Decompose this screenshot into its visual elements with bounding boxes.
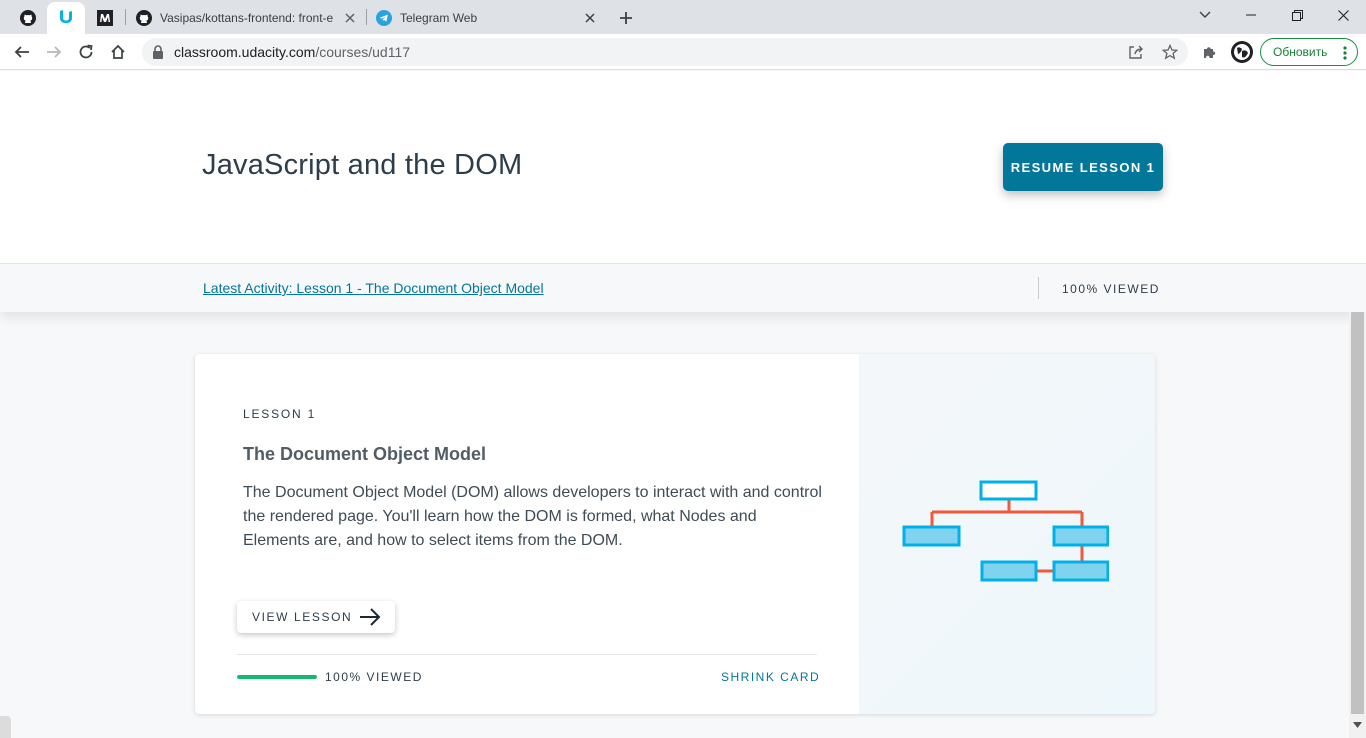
puzzle-icon: [1204, 47, 1216, 58]
divider: [237, 654, 817, 655]
arrow-left-icon: [14, 46, 29, 58]
bookmark-star-icon[interactable]: [1160, 42, 1180, 62]
tab-github-repo[interactable]: Vasipas/kottans-frontend: front-e: [126, 2, 366, 34]
course-viewed-status: 100% VIEWED: [1062, 282, 1160, 296]
course-title: JavaScript and the DOM: [202, 149, 523, 181]
close-window-button[interactable]: [1320, 0, 1366, 30]
telegram-icon: [376, 10, 392, 26]
home-button[interactable]: [104, 38, 132, 66]
view-lesson-button[interactable]: VIEW LESSON: [237, 601, 395, 633]
medium-icon: [97, 10, 113, 26]
divider: [1038, 277, 1039, 299]
browser-tab-strip: Vasipas/kottans-frontend: front-e Telegr…: [0, 0, 1366, 34]
resume-lesson-button[interactable]: RESUME LESSON 1: [1003, 143, 1163, 191]
github-icon: [136, 10, 152, 26]
more-vert-icon: [1343, 46, 1347, 60]
latest-activity-link[interactable]: Latest Activity: Lesson 1 - The Document…: [203, 280, 544, 296]
restore-icon: [1291, 9, 1303, 21]
lesson-title: The Document Object Model: [243, 444, 487, 464]
url-path: /courses/ud117: [315, 44, 411, 60]
reload-button[interactable]: [72, 38, 100, 66]
back-button[interactable]: [8, 38, 36, 66]
url-host: classroom.udacity.com: [174, 44, 316, 60]
update-label: Обновить: [1273, 45, 1328, 59]
udacity-icon: [60, 10, 72, 23]
dom-node-boxes: [902, 480, 1109, 582]
view-lesson-label: VIEW LESSON: [252, 610, 353, 624]
lesson-progress-fill: [237, 675, 317, 679]
reload-icon: [79, 44, 93, 59]
lesson-viewed-status: 100% VIEWED: [325, 670, 423, 684]
home-icon: [111, 44, 125, 59]
plus-icon: [620, 12, 632, 24]
lesson-card-content: LESSON 1 The Document Object Model The D…: [195, 354, 859, 714]
arrow-right-icon: [47, 46, 62, 58]
chevron-down-icon: [1199, 11, 1211, 18]
close-icon: [1337, 9, 1349, 21]
tab-telegram[interactable]: Telegram Web: [366, 2, 606, 34]
lesson-number: LESSON 1: [243, 407, 317, 421]
latest-activity-bar: Latest Activity: Lesson 1 - The Document…: [0, 263, 1366, 312]
page-scrollbar[interactable]: [1349, 312, 1366, 738]
pinned-tab-udacity[interactable]: [47, 2, 85, 34]
minimize-icon: [1246, 14, 1256, 16]
lesson-illustration-panel: [859, 354, 1155, 714]
update-browser-button[interactable]: Обновить: [1260, 38, 1358, 66]
lesson-progress-bar: [237, 675, 317, 679]
url-text[interactable]: classroom.udacity.com/courses/ud117: [174, 44, 410, 60]
pinned-tab-medium[interactable]: [86, 2, 124, 34]
restore-button[interactable]: [1274, 0, 1320, 30]
lesson-card: LESSON 1 The Document Object Model The D…: [195, 354, 1155, 714]
extensions-button[interactable]: [1196, 38, 1224, 66]
github-icon: [20, 10, 36, 26]
browser-toolbar: classroom.udacity.com/courses/ud117 Обно…: [0, 34, 1366, 70]
avatar-icon: [1231, 41, 1253, 63]
lesson-description: The Document Object Model (DOM) allows d…: [243, 484, 822, 549]
forward-button[interactable]: [40, 38, 68, 66]
course-header: JavaScript and the DOM RESUME LESSON 1: [0, 71, 1366, 263]
tab-title: Vasipas/kottans-frontend: front-e: [160, 11, 334, 25]
close-icon[interactable]: [342, 10, 358, 26]
profile-button[interactable]: [1228, 38, 1256, 66]
new-tab-button[interactable]: [612, 4, 640, 32]
dom-tree-illustration: [902, 480, 1109, 582]
scroll-down-icon[interactable]: [1353, 722, 1362, 728]
close-icon[interactable]: [582, 10, 598, 26]
scrollbar-thumb[interactable]: [1351, 312, 1364, 714]
tab-title: Telegram Web: [400, 11, 478, 25]
lock-icon[interactable]: [152, 45, 164, 59]
minimize-button[interactable]: [1228, 0, 1274, 30]
pinned-tab-github[interactable]: [9, 2, 47, 34]
shrink-card-link[interactable]: SHRINK CARD: [721, 670, 820, 684]
arrow-right-icon: [360, 608, 381, 626]
tab-search-button[interactable]: [1182, 0, 1228, 30]
address-bar[interactable]: classroom.udacity.com/courses/ud117: [142, 38, 1188, 66]
share-icon[interactable]: [1126, 42, 1146, 62]
side-panel-handle[interactable]: [0, 716, 11, 738]
